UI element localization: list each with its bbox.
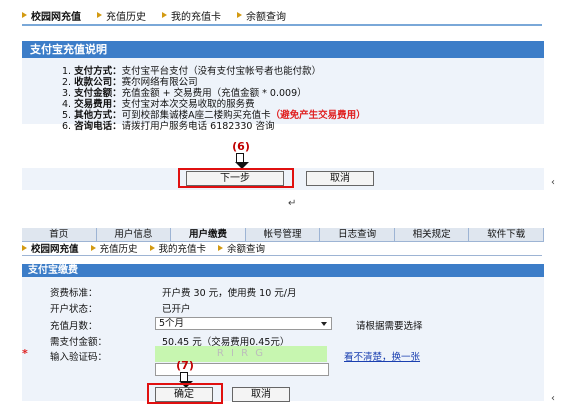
info-warning: （避免产生交易费用）: [270, 110, 366, 121]
chevron-down-icon: [321, 322, 327, 326]
subnav-my-cards[interactable]: 我的充值卡: [149, 241, 207, 255]
tab-rules[interactable]: 相关规定: [395, 228, 470, 241]
info-line-6: 6. 咨询电话：请拨打用户服务电话 6182330 咨询: [62, 121, 274, 132]
tab-home[interactable]: 首页: [22, 228, 97, 241]
tab-user-info[interactable]: 用户信息: [97, 228, 172, 241]
edge-mark: ‹: [551, 393, 555, 404]
info-line-1: 1. 支付方式：支付宝平台支付（没有支付宝帐号者也能付款）: [62, 66, 321, 77]
nav-recharge[interactable]: 校园网充值: [22, 8, 81, 23]
info-label: 咨询电话：: [74, 121, 122, 132]
info-number: 5.: [62, 110, 72, 121]
tab-payment[interactable]: 用户缴费: [171, 228, 246, 241]
bullet-icon: [22, 12, 27, 18]
months-select[interactable]: 5个月: [155, 317, 332, 330]
main-tabs: 首页 用户信息 用户缴费 帐号管理 日志查询 相关规定 软件下载: [22, 228, 545, 242]
info-line-5: 5. 其他方式：可到校部集诚楼A座二楼购买充值卡（避免产生交易费用）: [62, 110, 366, 121]
captcha-label: 输入验证码：: [50, 352, 108, 363]
alipay-payment-title: 支付宝缴费: [22, 264, 544, 277]
info-label: 收款公司：: [74, 77, 122, 88]
info-label: 支付金额：: [74, 88, 122, 99]
info-text: 充值金额 + 交易费用（充值金额 * 0.009）: [121, 88, 307, 99]
subnav-divider: [22, 255, 542, 256]
info-number: 6.: [62, 121, 72, 132]
nav-my-cards[interactable]: 我的充值卡: [162, 8, 221, 23]
subnav-recharge-label: 校园网充值: [31, 244, 79, 255]
fee-label: 资费标准：: [50, 288, 98, 299]
fee-value: 开户费 30 元，使用费 10 元/月: [162, 288, 297, 299]
tab-download[interactable]: 软件下载: [469, 228, 545, 241]
bullet-icon: [97, 12, 102, 18]
subnav-my-cards-label: 我的充值卡: [158, 244, 207, 255]
subnav-recharge[interactable]: 校园网充值: [22, 241, 79, 255]
nav-recharge-label: 校园网充值: [31, 11, 81, 23]
bullet-icon: [162, 12, 167, 18]
info-text: 赛尔网络有限公司: [121, 77, 198, 88]
arrow-down-icon: [235, 153, 249, 169]
subnav-balance[interactable]: 余额查询: [218, 241, 265, 255]
subnav-balance-label: 余额查询: [227, 244, 266, 255]
refresh-captcha-link[interactable]: 看不清楚，换一张: [344, 349, 420, 363]
step-label-6: (6): [232, 140, 250, 153]
nav-balance[interactable]: 余额查询: [237, 8, 286, 23]
edge-mark: ‹: [551, 177, 555, 188]
info-number: 1.: [62, 66, 72, 77]
info-label: 支付方式：: [74, 66, 122, 77]
info-number: 2.: [62, 77, 72, 88]
nav-divider: [22, 24, 542, 26]
nav-balance-label: 余额查询: [246, 11, 286, 23]
info-text: 支付宝平台支付（没有支付宝帐号者也能付款）: [121, 66, 322, 77]
info-label: 其他方式：: [74, 110, 122, 121]
info-number: 3.: [62, 88, 72, 99]
sub-nav: 校园网充值 充值历史 我的充值卡 余额查询: [22, 241, 542, 255]
info-label: 交易费用：: [74, 99, 122, 110]
subnav-history-label: 充值历史: [99, 244, 138, 255]
info-text: 请拨打用户服务电话 6182330 咨询: [121, 121, 275, 132]
confirm-button[interactable]: 确定: [155, 387, 213, 402]
alipay-info-title: 支付宝充值说明: [22, 41, 544, 58]
cancel-button[interactable]: 取消: [306, 171, 374, 186]
bullet-icon: [149, 245, 155, 251]
info-line-4: 4. 交易费用：支付宝对本次交易收取的服务费: [62, 99, 255, 110]
step-label-7: (7): [176, 359, 194, 372]
tab-account[interactable]: 帐号管理: [246, 228, 321, 241]
subnav-history[interactable]: 充值历史: [90, 241, 138, 255]
nav-history[interactable]: 充值历史: [97, 8, 146, 23]
required-marker: *: [22, 347, 28, 360]
nav-history-label: 充值历史: [106, 11, 146, 23]
bullet-icon: [22, 245, 27, 251]
nav-my-cards-label: 我的充值卡: [171, 11, 221, 23]
amount-label: 需支付金额：: [50, 337, 108, 348]
bullet-icon: [218, 245, 224, 251]
status-label: 开户状态：: [50, 304, 98, 315]
months-selected-value: 5个月: [159, 318, 185, 329]
info-number: 4.: [62, 99, 72, 110]
months-label: 充值月数：: [50, 321, 98, 332]
info-text: 可到校部集诚楼A座二楼购买充值卡: [121, 110, 271, 121]
status-value: 已开户: [162, 304, 191, 315]
info-line-2: 2. 收款公司：赛尔网络有限公司: [62, 77, 198, 88]
bullet-icon: [90, 245, 96, 251]
cancel-button[interactable]: 取消: [232, 387, 290, 402]
info-text: 支付宝对本次交易收取的服务费: [121, 99, 255, 110]
top-nav: 校园网充值 充值历史 我的充值卡 余额查询: [22, 8, 542, 23]
bullet-icon: [237, 12, 242, 18]
next-step-button[interactable]: 下一步: [186, 171, 284, 186]
paragraph-mark: ↵: [288, 198, 297, 209]
months-hint: 请根据需要选择: [356, 321, 423, 332]
tab-logs[interactable]: 日志查询: [320, 228, 395, 241]
info-line-3: 3. 支付金额：充值金额 + 交易费用（充值金额 * 0.009）: [62, 88, 307, 99]
